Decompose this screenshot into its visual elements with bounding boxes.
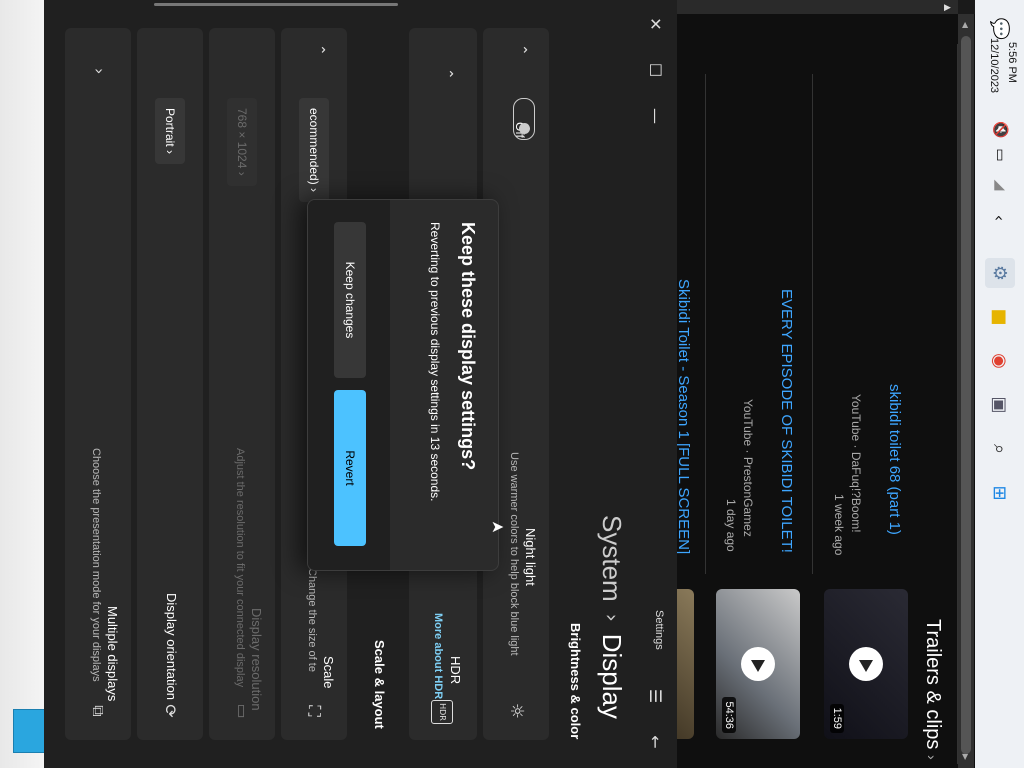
breadcrumb: System › Display	[592, 515, 632, 719]
night-light-title: Night light	[523, 528, 538, 586]
settings-gear-icon[interactable]: ⚙	[985, 258, 1015, 288]
section-brightness: Brightness & color	[568, 623, 583, 740]
scale-dropdown[interactable]: ecommended) ›	[299, 98, 329, 203]
resolution-dropdown: 768 × 1024 ›	[227, 98, 257, 186]
horizontal-scrollbar[interactable]	[677, 0, 958, 14]
video-duration: 1:59	[830, 703, 844, 733]
video-age: 1 day ago	[724, 499, 738, 552]
video-thumbnail[interactable]: 1:59	[824, 589, 908, 739]
hdr-link[interactable]: More about HDR	[432, 613, 444, 699]
play-icon	[849, 647, 883, 681]
sun-icon: ☼	[506, 702, 527, 720]
orientation-card[interactable]: ⟳ Display orientation Portrait ›	[137, 28, 203, 740]
minimize-icon[interactable]: —	[641, 100, 669, 132]
clock-date[interactable]: 12/10/2023	[988, 38, 1000, 93]
page-title: Display	[597, 633, 628, 719]
video-title[interactable]: EVERY EPISODE OF SKIBIDI TOILET!	[778, 289, 795, 553]
breadcrumb-parent[interactable]: System	[597, 515, 628, 602]
multiple-subtitle: Choose the presentation mode for your di…	[90, 448, 102, 682]
close-icon[interactable]: ✕	[641, 8, 669, 40]
mouse-pointer-icon: ➤	[490, 517, 505, 537]
dialog-heading: Keep these display settings?	[458, 222, 478, 471]
youtube-panel: Trailers & clips › 1:59 skibidi toilet 6…	[677, 14, 975, 768]
video-title[interactable]: Skibidi Toilet - Season 1 [FULL SCREEN]	[677, 279, 692, 554]
scale-icon: ⛶	[305, 705, 324, 717]
resolution-card: ▭ Display resolution Adjust the resoluti…	[209, 28, 275, 740]
menu-icon[interactable]: ☰	[641, 680, 669, 712]
orientation-dropdown[interactable]: Portrait ›	[155, 98, 185, 165]
play-icon	[741, 647, 775, 681]
title-bar: ✕ ☐ — Settings ☰ ←	[633, 0, 677, 768]
back-arrow-icon[interactable]: ←	[641, 726, 669, 758]
video-title[interactable]: skibidi toilet 68 (part 1)	[886, 384, 903, 535]
chevron-up-icon[interactable]: ⌃	[439, 68, 455, 80]
video-channel: YouTube · PrestonGamez	[741, 399, 755, 537]
revert-button[interactable]: Revert	[334, 390, 366, 546]
keep-settings-dialog: Keep these display settings? Reverting t…	[307, 199, 499, 571]
keep-changes-button[interactable]: Keep changes	[334, 222, 366, 378]
multi-display-icon: ⧉	[89, 705, 108, 717]
video-thumbnail[interactable]: 54:36	[716, 589, 800, 739]
clock-time[interactable]: 5:56 PM	[1006, 42, 1018, 83]
hdr-title: HDR	[448, 656, 463, 685]
section-scale: Scale & layout	[372, 640, 387, 729]
scale-subtitle: Change the size of te	[306, 568, 318, 672]
multiple-title: Multiple displays	[105, 606, 120, 702]
chevron-up-icon[interactable]: ‹	[985, 203, 1015, 233]
resolution-subtitle: Adjust the resolution to fit your connec…	[234, 448, 246, 688]
scroll-up-arrow-icon: ▲	[962, 20, 969, 29]
app-name: Settings	[653, 610, 665, 650]
taskbar: 💬 5:56 PM 12/10/2023 🔇 ▭ ◢ ‹ ⚙ ■ ◉ ▣ ⌕ ⊞	[975, 0, 1024, 768]
video-channel: YouTube · DaFuq!?Boom!	[849, 394, 863, 533]
hdr-icon: HDR	[431, 700, 453, 724]
scroll-right-arrow-icon[interactable]: ▶	[944, 3, 951, 13]
resolution-title: Display resolution	[249, 608, 264, 711]
chevron-right-icon[interactable]: ›	[90, 68, 109, 74]
wifi-icon[interactable]: ◢	[985, 170, 1015, 200]
night-light-toggle[interactable]	[513, 98, 535, 140]
chevron-right-icon: ›	[924, 754, 940, 760]
dialog-footer: Keep changes Revert	[308, 200, 390, 570]
desktop-window-fragment	[13, 709, 45, 753]
video-duration: 54:36	[722, 697, 736, 733]
orientation-title: Display orientation	[164, 593, 179, 700]
scale-value: ecommended)	[307, 108, 321, 185]
windows-start-icon[interactable]: ⊞	[985, 478, 1015, 508]
window-drag-bar[interactable]	[154, 3, 398, 6]
chrome-icon[interactable]: ◉	[985, 346, 1015, 376]
file-explorer-icon[interactable]: ■	[985, 302, 1015, 332]
resolution-value: 768 × 1024	[235, 108, 249, 169]
rotate-icon: ⟳	[161, 704, 180, 718]
dialog-message: Reverting to previous display settings i…	[428, 222, 442, 502]
video-thumbnail[interactable]	[677, 589, 694, 739]
breadcrumb-separator: ›	[600, 613, 624, 622]
video-age: 1 week ago	[832, 494, 846, 556]
chevron-up-icon[interactable]: ⌃	[513, 44, 529, 56]
orientation-value: Portrait	[163, 108, 177, 147]
scrollbar-thumb	[961, 36, 971, 754]
settings-window: ✕ ☐ — Settings ☰ ← System › Display Brig…	[44, 0, 677, 768]
night-light-subtitle: Use warmer colors to help block blue lig…	[508, 452, 520, 656]
photos-icon[interactable]: ▣	[985, 390, 1015, 420]
chevron-up-icon[interactable]: ⌃	[311, 44, 327, 56]
scale-title: Scale	[321, 656, 336, 689]
trailers-heading: Trailers & clips ›	[922, 619, 944, 760]
multiple-displays-card[interactable]: ⧉ Multiple displays Choose the presentat…	[65, 28, 131, 740]
search-icon[interactable]: ⌕	[985, 434, 1015, 464]
battery-icon[interactable]: ▭	[985, 140, 1015, 170]
desktop-strip	[0, 0, 45, 768]
vertical-scrollbar[interactable]: ▲ ▼	[958, 14, 974, 768]
maximize-icon[interactable]: ☐	[641, 54, 669, 86]
